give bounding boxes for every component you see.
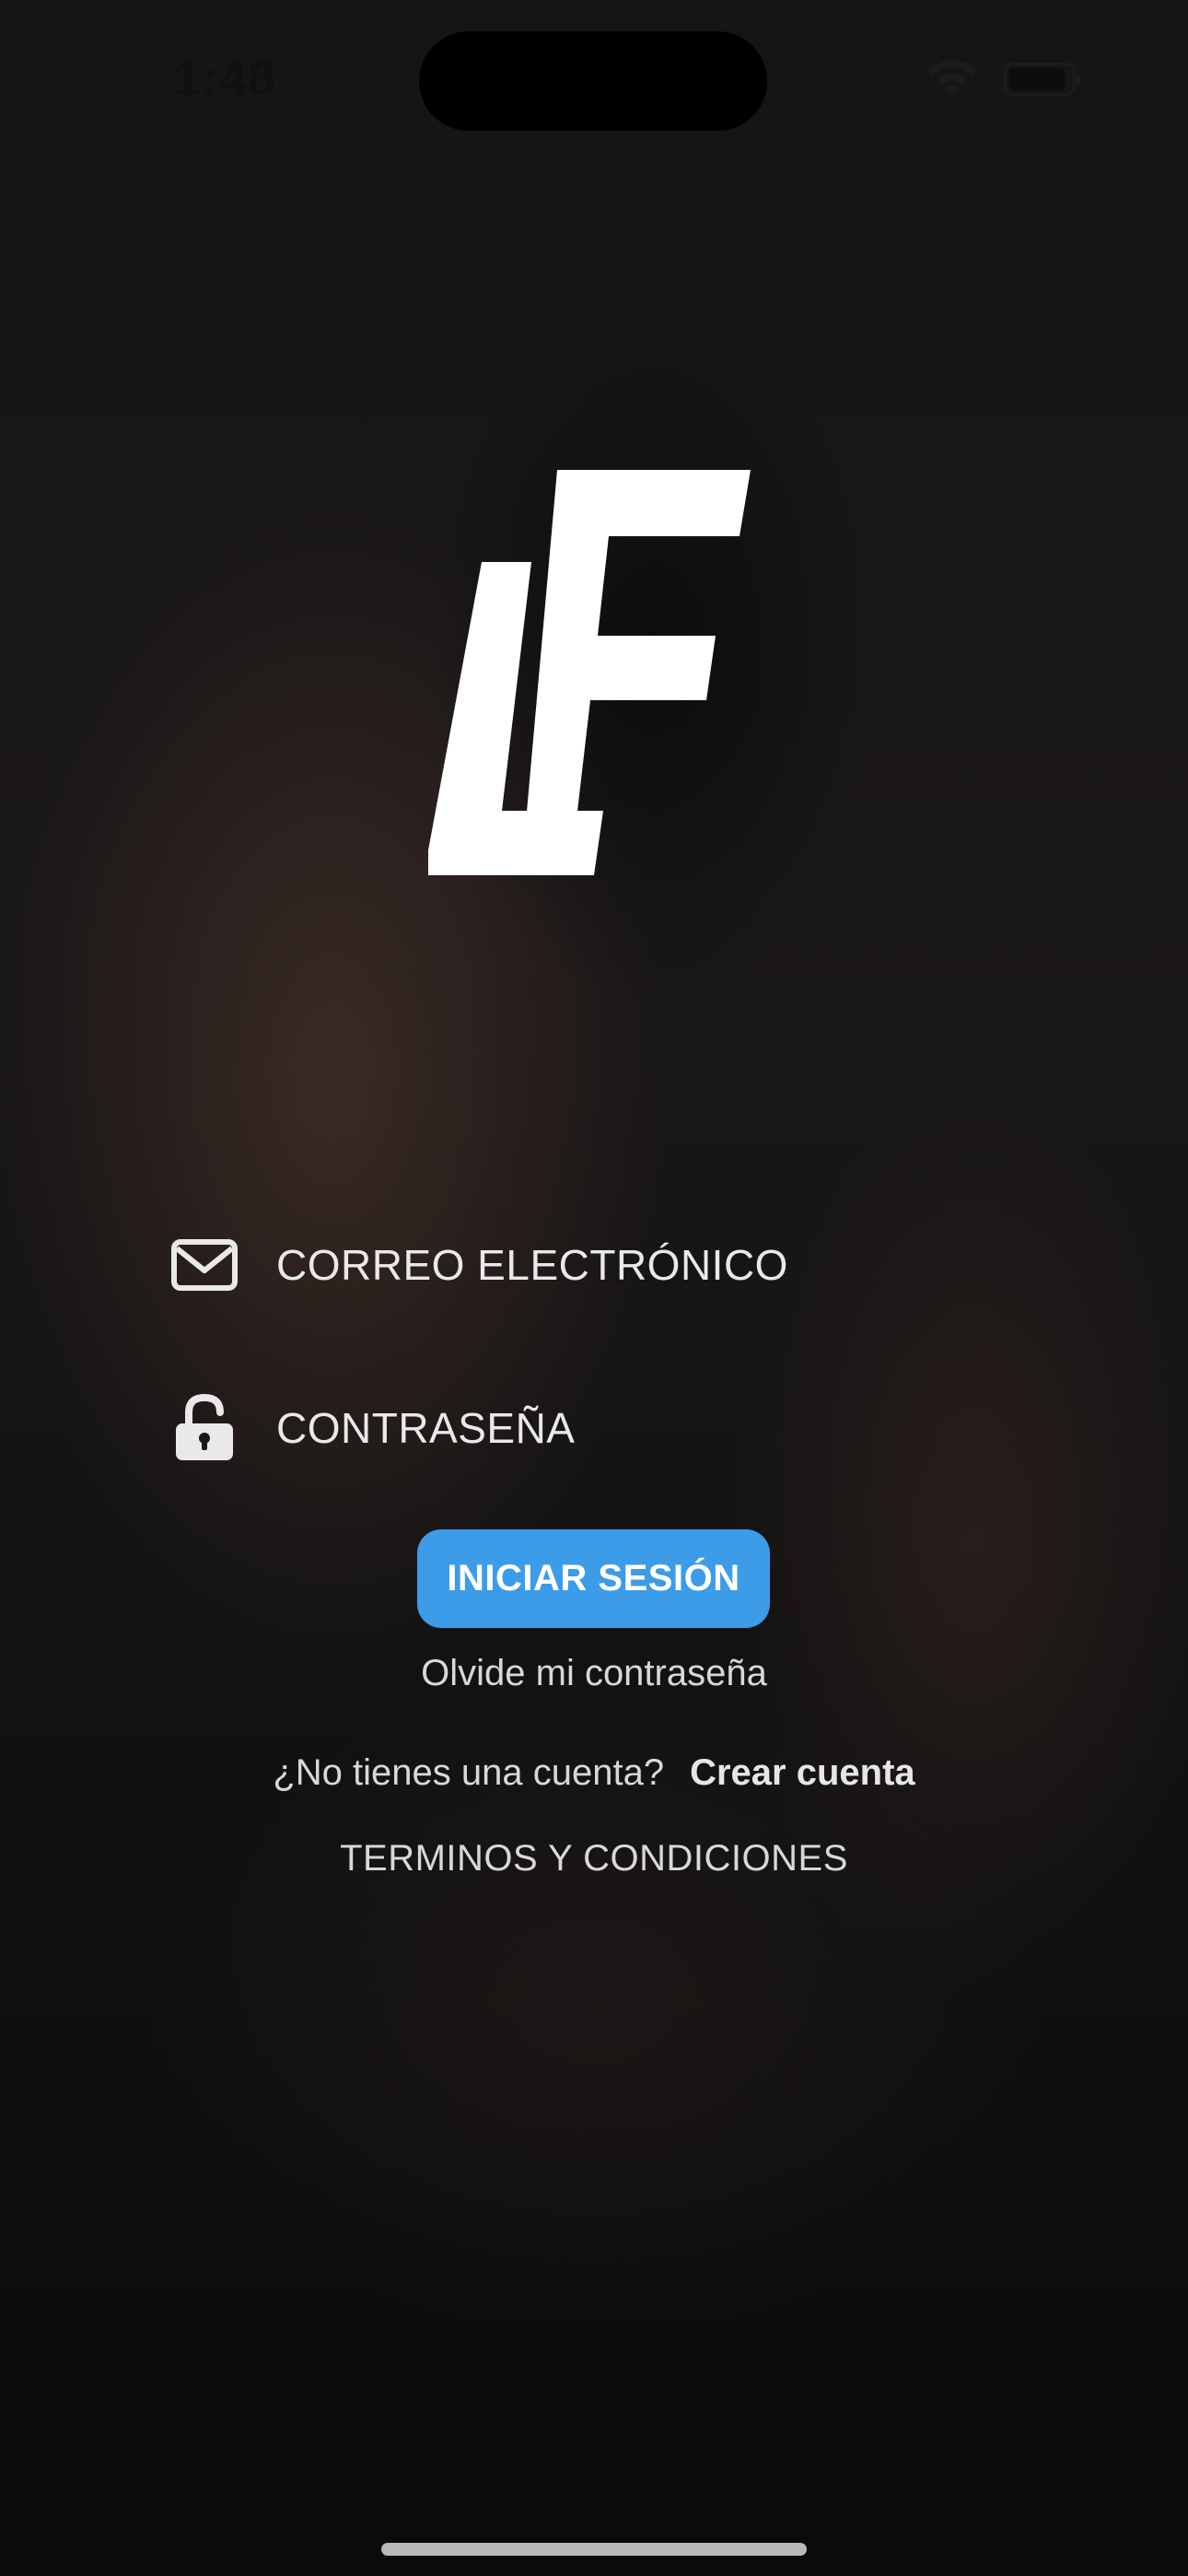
wifi-icon (927, 60, 977, 96)
forgot-password-link[interactable]: Olvide mi contraseña (0, 1653, 1188, 1694)
status-bar: 1:48 (0, 0, 1188, 157)
envelope-icon (169, 1230, 239, 1300)
terms-link[interactable]: TERMINOS Y CONDICIONES (0, 1838, 1188, 1879)
lf-logo (428, 470, 751, 875)
home-indicator (381, 2543, 807, 2556)
battery-icon (1004, 63, 1081, 96)
create-account-link[interactable]: Crear cuenta (690, 1752, 915, 1794)
dynamic-island (419, 31, 767, 131)
password-field[interactable]: CONTRASEÑA (169, 1393, 575, 1463)
password-field-label: CONTRASEÑA (276, 1404, 576, 1452)
status-time: 1:48 (173, 51, 277, 106)
login-button[interactable]: INICIAR SESIÓN (417, 1529, 770, 1628)
unlocked-padlock-icon (169, 1393, 239, 1463)
no-account-text: ¿No tienes una cuenta? (273, 1752, 665, 1793)
signup-row: ¿No tienes una cuenta? Crear cuenta (0, 1752, 1188, 1794)
email-field[interactable]: CORREO ELECTRÓNICO (169, 1230, 788, 1300)
email-field-label: CORREO ELECTRÓNICO (276, 1241, 788, 1289)
